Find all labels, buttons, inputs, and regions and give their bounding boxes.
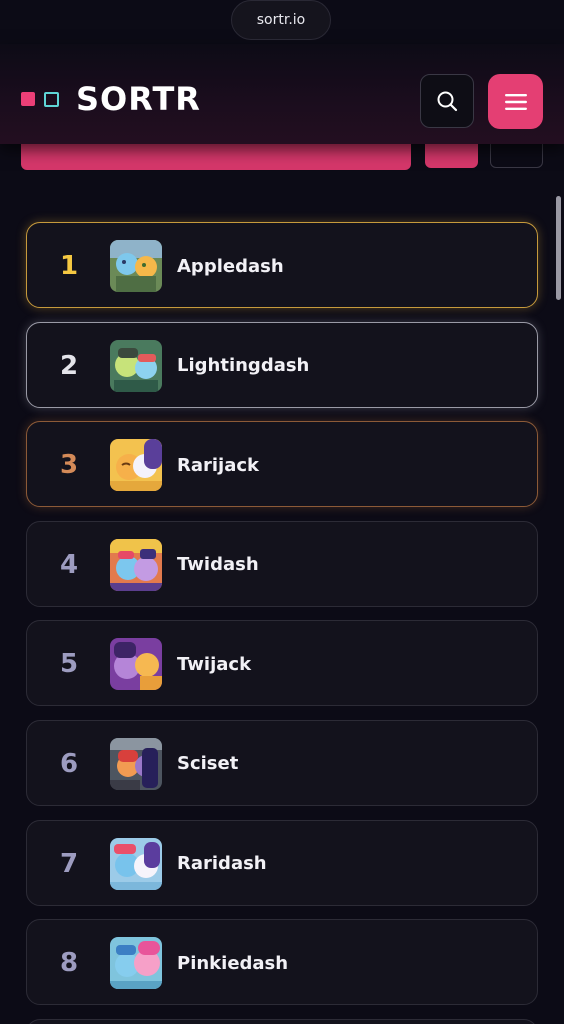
rank-number: 3	[59, 450, 79, 481]
ranking-row[interactable]: 6 Sciset	[26, 719, 538, 806]
search-button[interactable]	[420, 74, 474, 128]
url-bar[interactable]: sortr.io	[231, 0, 331, 40]
ranking-thumbnail	[110, 737, 162, 790]
ranking-thumbnail	[110, 439, 162, 492]
ranking-thumbnail	[110, 638, 162, 691]
rank-number: 1	[59, 251, 79, 281]
ranking-row-partial[interactable]	[26, 1018, 538, 1024]
search-icon	[437, 91, 458, 112]
ranking-name: Sciset	[177, 753, 239, 775]
menu-button[interactable]	[488, 74, 543, 129]
ranking-name: Raridash	[177, 853, 267, 875]
ranking-row[interactable]: 5 Twijack	[26, 620, 538, 707]
rank-number: 7	[59, 848, 79, 879]
ranking-row[interactable]: 8 Pinkiedash	[26, 919, 538, 1006]
ranking-thumbnail	[110, 937, 162, 990]
hamburger-menu-icon	[504, 93, 527, 110]
ranking-thumbnail	[110, 538, 162, 591]
ranking-row[interactable]: 1 Appledash	[26, 222, 538, 308]
logo-pink-square-icon	[21, 92, 35, 106]
ranking-thumbnail	[110, 240, 162, 292]
rank-number: 4	[59, 549, 79, 580]
ranking-row[interactable]: 4 Twidash	[26, 520, 538, 607]
logo-wordmark: SORTR	[76, 80, 201, 118]
rank-number: 2	[59, 350, 79, 381]
ranking-name: Twidash	[177, 554, 259, 576]
scrollbar[interactable]	[556, 196, 561, 300]
rankings-list: 1 Appledash 2 Lightingdash 3 Rarijack 4 …	[26, 222, 538, 1024]
logo-teal-square-icon	[44, 91, 59, 107]
ranking-name: Lightingdash	[177, 355, 310, 377]
ranking-row[interactable]: 3 Rarijack	[26, 421, 538, 508]
ranking-row[interactable]: 7 Raridash	[26, 819, 538, 906]
ranking-thumbnail	[110, 339, 162, 392]
ranking-row[interactable]: 2 Lightingdash	[26, 321, 538, 408]
ranking-name: Pinkiedash	[177, 952, 289, 974]
ranking-name: Twijack	[177, 653, 252, 675]
rank-number: 5	[59, 649, 79, 680]
ranking-name: Rarijack	[177, 454, 260, 476]
ranking-thumbnail	[110, 837, 162, 890]
site-header: SORTR	[0, 44, 564, 144]
rank-number: 6	[59, 748, 79, 779]
ranking-name: Appledash	[177, 255, 284, 277]
rank-number: 8	[59, 948, 79, 979]
url-text: sortr.io	[256, 12, 306, 28]
logo[interactable]: SORTR	[21, 83, 201, 115]
